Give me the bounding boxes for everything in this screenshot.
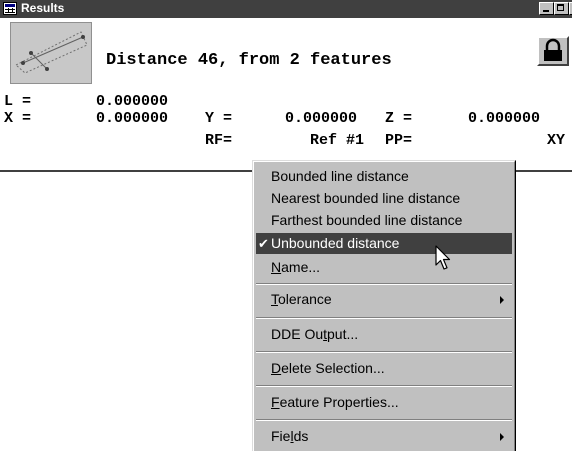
menu-item-unbounded-distance[interactable]: ✔ Unbounded distance (256, 233, 512, 254)
menu-item-feature-properties[interactable]: Feature Properties... (256, 392, 512, 413)
submenu-arrow-icon (500, 433, 504, 441)
l-label: L = (4, 93, 32, 110)
menu-separator (256, 283, 512, 285)
x-value: 0.000000 (96, 110, 169, 127)
mouse-pointer-icon (435, 245, 451, 270)
menu-separator (256, 385, 512, 387)
menu-separator (256, 317, 512, 319)
label-accelerator: T (271, 291, 278, 307)
menu-item-label: Feature Properties... (271, 392, 399, 413)
title-bar[interactable]: Results (0, 0, 572, 18)
x-label: X = (4, 110, 32, 127)
y-label: Y = (205, 110, 233, 127)
menu-separator (256, 419, 512, 421)
menu-item-label: Bounded line distance (271, 168, 409, 184)
submenu-arrow-icon (500, 296, 504, 304)
label-part: Fie (271, 428, 291, 444)
label-part: olerance (278, 291, 332, 307)
label-accelerator: D (271, 360, 282, 376)
menu-item-fields[interactable]: Fields (256, 426, 512, 447)
label-accelerator: F (271, 394, 280, 410)
menu-item-label: DDE Output... (271, 324, 358, 345)
menu-item-label: Name... (271, 257, 320, 278)
menu-item-bounded-line-distance[interactable]: Bounded line distance (256, 166, 512, 187)
label-part: eature Properties... (279, 394, 399, 410)
menu-item-label: Farthest bounded line distance (271, 212, 463, 228)
minimize-button[interactable] (539, 2, 554, 15)
z-label: Z = (385, 110, 413, 127)
y-value: 0.000000 (285, 110, 358, 127)
check-icon: ✔ (258, 236, 269, 251)
menu-item-label: Unbounded distance (271, 235, 400, 251)
z-value: 0.000000 (468, 110, 541, 127)
menu-separator (256, 351, 512, 353)
label-part: ds (293, 428, 309, 444)
menu-item-farthest-bounded-line-distance[interactable]: Farthest bounded line distance (256, 210, 512, 231)
menu-item-tolerance[interactable]: Tolerance (256, 289, 512, 310)
context-menu: Bounded line distance Nearest bounded li… (252, 160, 516, 451)
label-part: put... (327, 326, 359, 342)
menu-item-nearest-bounded-line-distance[interactable]: Nearest bounded line distance (256, 188, 512, 209)
label-part: DDE Ou (271, 326, 324, 342)
menu-item-label: Nearest bounded line distance (271, 190, 461, 206)
rf-label: RF= (205, 132, 233, 149)
label-accelerator: N (271, 259, 282, 275)
menu-item-delete-selection[interactable]: Delete Selection... (256, 358, 512, 379)
menu-item-label: Fields (271, 426, 308, 447)
label-part: elete Selection... (281, 360, 385, 376)
l-value: 0.000000 (96, 93, 169, 110)
menu-item-dde-output[interactable]: DDE Output... (256, 324, 512, 345)
menu-item-name[interactable]: Name... (256, 257, 512, 278)
results-headline: Distance 46, from 2 features (106, 51, 392, 70)
window-title: Results (21, 1, 65, 15)
rf-value: Ref #1 (310, 132, 365, 149)
feature-thumbnail (10, 22, 92, 84)
menu-item-label: Tolerance (271, 289, 332, 310)
pp-value: XY (547, 132, 566, 149)
lock-button[interactable] (537, 36, 569, 66)
results-window-icon[interactable] (3, 2, 17, 15)
lock-icon (544, 38, 562, 61)
menu-item-label: Delete Selection... (271, 358, 385, 379)
pp-label: PP= (385, 132, 413, 149)
results-window: Results Distance 46, from 2 features L =… (0, 0, 572, 172)
label-part: ame... (281, 259, 321, 275)
maximize-button[interactable] (554, 2, 569, 15)
